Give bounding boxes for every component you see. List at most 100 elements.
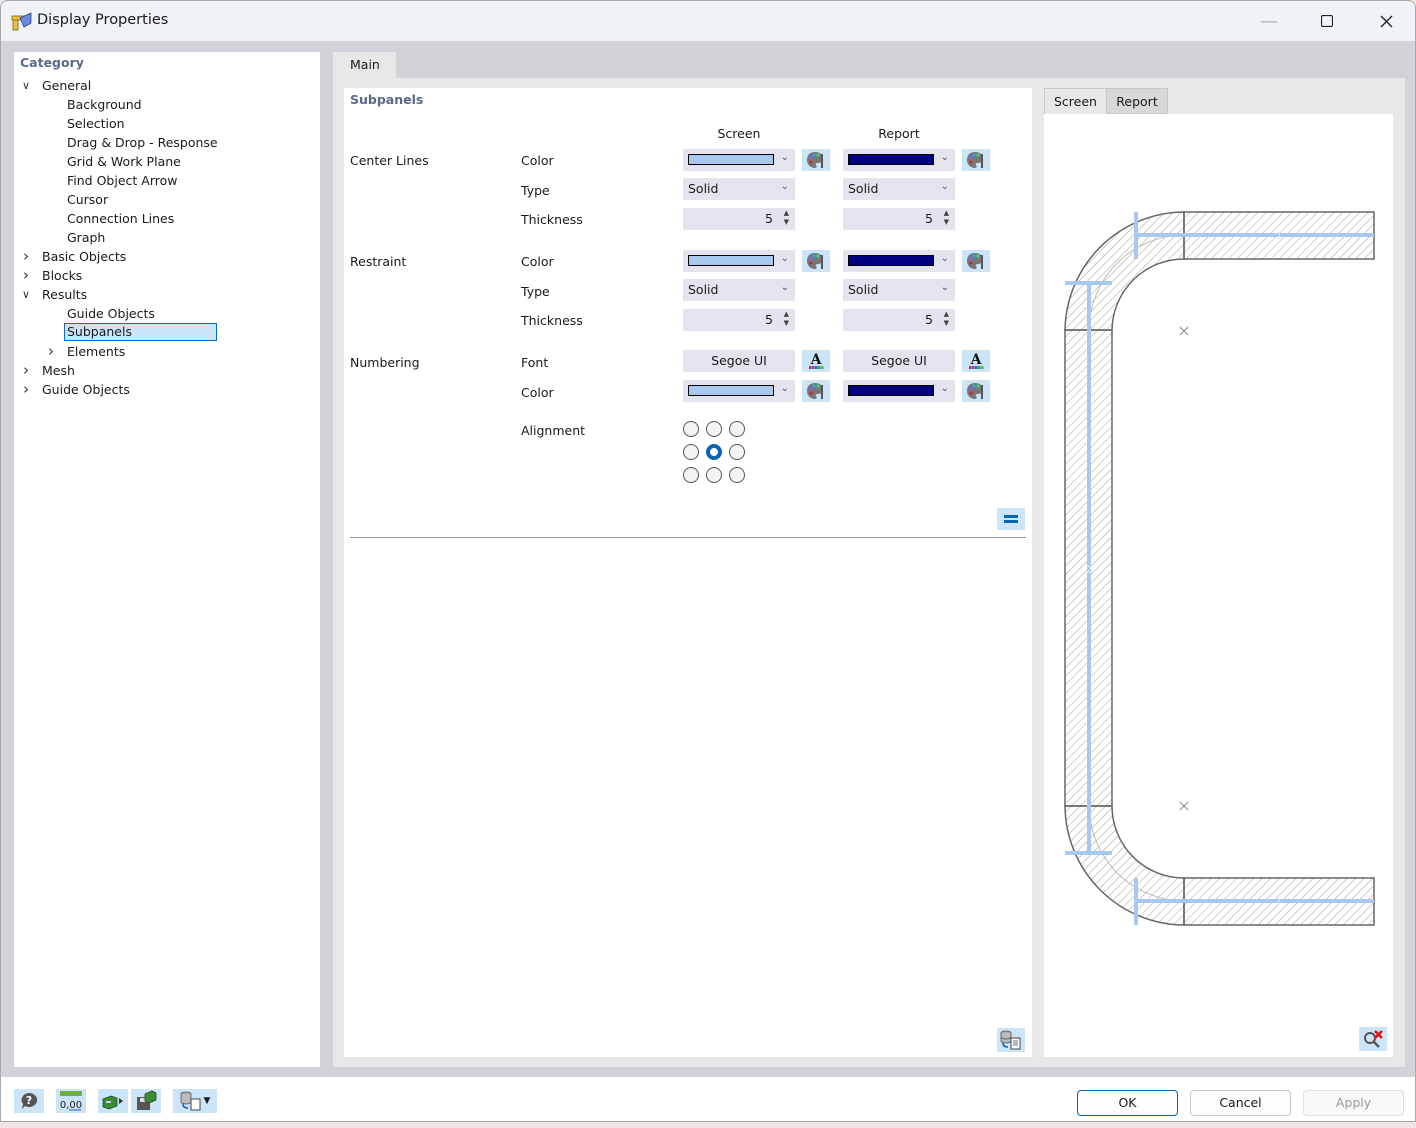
tree-item[interactable]: Subpanels (64, 323, 217, 341)
ok-button[interactable]: OK (1077, 1090, 1178, 1116)
alignment-radio-top-right[interactable] (729, 421, 745, 437)
chevron-right-icon[interactable]: › (19, 266, 33, 285)
equals-icon (1004, 515, 1018, 523)
center-mark (1179, 326, 1189, 336)
maximize-button[interactable] (1298, 1, 1356, 41)
chevron-down-icon[interactable]: ∨ (19, 76, 33, 95)
center-lines-report-type-select[interactable]: Solid ⌄ (843, 178, 955, 200)
load-settings-button[interactable] (98, 1089, 128, 1113)
alignment-radio-top-left[interactable] (683, 421, 699, 437)
restraint-report-color-select[interactable]: ⌄ (843, 250, 955, 272)
chevron-down-icon: ⌄ (780, 253, 789, 264)
chevron-right-icon[interactable]: › (44, 342, 58, 361)
apply-button[interactable]: Apply (1303, 1090, 1404, 1116)
save-settings-button[interactable] (131, 1089, 161, 1113)
tree-item[interactable]: Connection Lines (67, 209, 174, 228)
center-lines-report-palette-button[interactable] (962, 149, 990, 171)
subpanel-number: 1 (1276, 231, 1282, 242)
chevron-right-icon[interactable]: › (19, 380, 33, 399)
numbering-screen-font-button[interactable]: Segoe UI (683, 350, 795, 372)
numbering-screen-color-select[interactable]: ⌄ (683, 380, 795, 402)
tree-item[interactable]: Guide Objects (67, 304, 155, 323)
center-lines-screen-palette-button[interactable] (802, 149, 830, 171)
center-lines-screen-type-select[interactable]: Solid ⌄ (683, 178, 795, 200)
alignment-radio-bottom-left[interactable] (683, 467, 699, 483)
subpanel-preview-drawing: 1 2 3 (1064, 211, 1375, 926)
color-palette-icon (807, 152, 823, 168)
center-lines-report-thickness-spinner[interactable]: 5 ▲ ▼ (843, 208, 955, 230)
tree-item[interactable]: ∨ Results (22, 285, 87, 304)
numbering-screen-font-dialog-button[interactable]: A (802, 350, 830, 372)
restraint-screen-type-select[interactable]: Solid ⌄ (683, 279, 795, 301)
numbering-screen-palette-button[interactable] (802, 380, 830, 402)
minimize-button[interactable]: — (1240, 1, 1298, 41)
chevron-right-icon[interactable]: › (19, 361, 33, 380)
numbering-report-color-select[interactable]: ⌄ (843, 380, 955, 402)
font-icon: A (809, 352, 824, 369)
tree-item[interactable]: › Mesh (23, 361, 75, 380)
tree-item[interactable]: › Guide Objects (23, 380, 130, 399)
help-button[interactable]: ? (14, 1089, 44, 1113)
tree-item[interactable]: › Blocks (23, 266, 83, 285)
tree-item[interactable]: Drag & Drop - Response (67, 133, 218, 152)
chevron-down-icon: ⌄ (780, 383, 789, 394)
alignment-radio-bottom-right[interactable] (729, 467, 745, 483)
tree-item-label: General (42, 78, 92, 93)
tree-item[interactable]: Background (67, 95, 142, 114)
center-lines-screen-color-select[interactable]: ⌄ (683, 149, 795, 171)
preview-tab-screen[interactable]: Screen (1044, 88, 1107, 115)
chevron-down-icon[interactable]: ∨ (19, 285, 33, 304)
tree-item[interactable]: › Basic Objects (23, 247, 126, 266)
restraint-screen-color-select[interactable]: ⌄ (683, 250, 795, 272)
tree-item-label: Blocks (42, 268, 83, 283)
color-swatch (848, 255, 934, 266)
spinner-arrows-icon[interactable]: ▲ ▼ (944, 209, 949, 227)
reset-zoom-button[interactable] (1359, 1027, 1387, 1051)
color-swatch (688, 255, 774, 266)
restraint-report-thickness-spinner[interactable]: 5 ▲ ▼ (843, 309, 955, 331)
alignment-radio-middle-right[interactable] (729, 444, 745, 460)
units-button[interactable]: 0,00 (56, 1089, 86, 1113)
cancel-button[interactable]: Cancel (1190, 1090, 1291, 1116)
restraint-screen-thickness-spinner[interactable]: 5 ▲ ▼ (683, 309, 795, 331)
column-header-screen: Screen (717, 126, 761, 141)
center-lines-report-color-select[interactable]: ⌄ (843, 149, 955, 171)
tree-item[interactable]: › Elements (48, 342, 125, 361)
center-lines-screen-thickness-spinner[interactable]: 5 ▲ ▼ (683, 208, 795, 230)
close-button[interactable] (1357, 1, 1415, 41)
alignment-radio-middle-left[interactable] (683, 444, 699, 460)
restraint-color-label: Color (521, 254, 554, 269)
restraint-report-palette-button[interactable] (962, 250, 990, 272)
color-palette-icon (967, 253, 983, 269)
tree-item[interactable]: ∨ General (22, 76, 92, 95)
center-lines-type-label: Type (521, 183, 550, 198)
alignment-radio-middle-center[interactable] (706, 444, 722, 460)
alignment-radio-top-center[interactable] (706, 421, 722, 437)
tab-main[interactable]: Main (333, 52, 396, 78)
spinner-arrows-icon[interactable]: ▲ ▼ (944, 310, 949, 328)
spinner-arrows-icon[interactable]: ▲ ▼ (784, 209, 789, 227)
numbering-report-font-button[interactable]: Segoe UI (843, 350, 955, 372)
column-header-report: Report (878, 126, 920, 141)
restraint-report-type-select[interactable]: Solid ⌄ (843, 279, 955, 301)
spinner-arrows-icon[interactable]: ▲ ▼ (784, 310, 789, 328)
tree-item[interactable]: Selection (67, 114, 125, 133)
numbering-report-font-dialog-button[interactable]: A (962, 350, 990, 372)
restraint-type-label: Type (521, 284, 550, 299)
preview-tab-report[interactable]: Report (1106, 88, 1168, 114)
database-menu-button[interactable]: ▼ (173, 1089, 217, 1113)
title-bar: Display Properties — (1, 1, 1415, 41)
database-export-button[interactable] (997, 1028, 1025, 1052)
equalize-button[interactable] (997, 508, 1025, 530)
category-heading: Category (20, 55, 84, 70)
font-icon: A (969, 352, 984, 369)
alignment-radio-bottom-center[interactable] (706, 467, 722, 483)
numbering-font-label: Font (521, 355, 549, 370)
tree-item[interactable]: Cursor (67, 190, 108, 209)
tree-item[interactable]: Find Object Arrow (67, 171, 177, 190)
tree-item[interactable]: Grid & Work Plane (67, 152, 181, 171)
restraint-screen-palette-button[interactable] (802, 250, 830, 272)
chevron-right-icon[interactable]: › (19, 247, 33, 266)
numbering-report-palette-button[interactable] (962, 380, 990, 402)
tree-item[interactable]: Graph (67, 228, 105, 247)
